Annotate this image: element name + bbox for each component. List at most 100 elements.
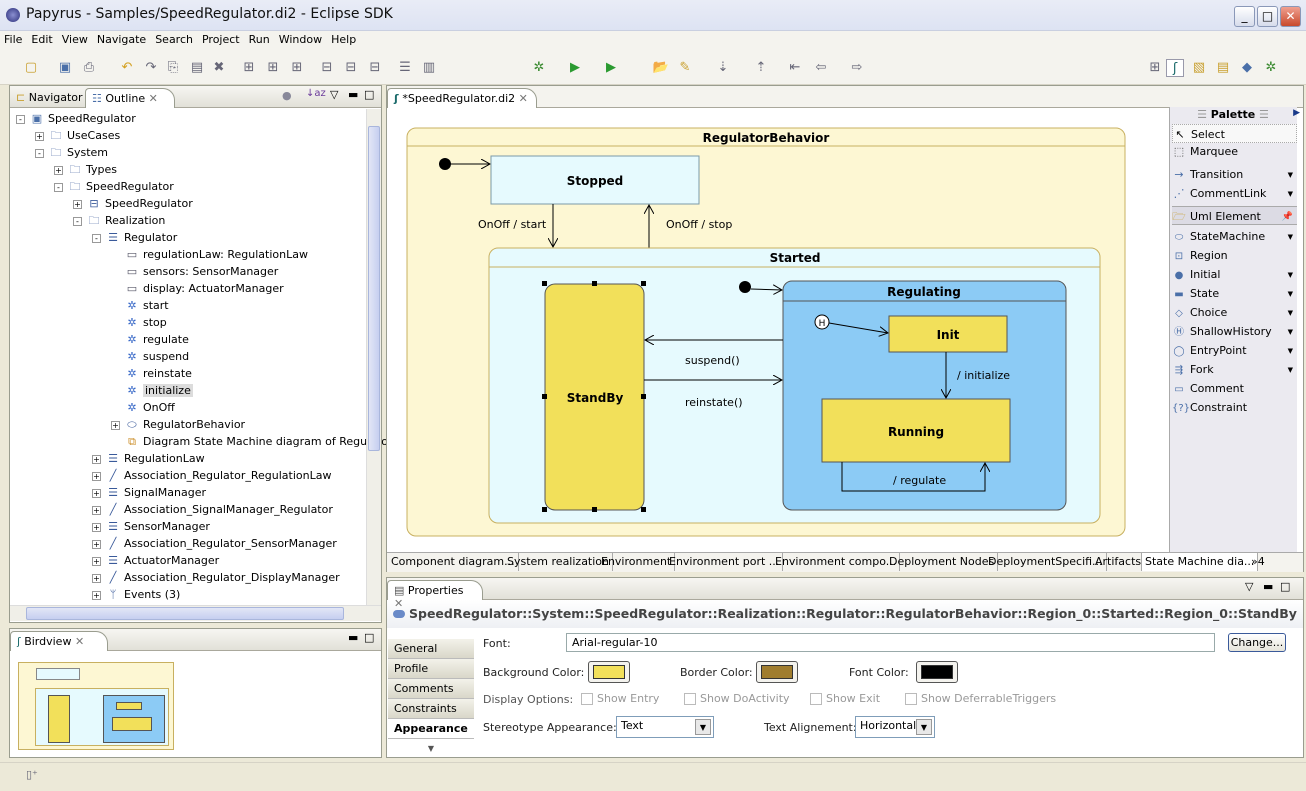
close-icon[interactable]: ✕ bbox=[394, 597, 403, 610]
font-color-label: Font Color: bbox=[849, 666, 909, 679]
palette-item-initial[interactable]: ● Initial ▼ bbox=[1172, 265, 1297, 284]
diagram-tab[interactable]: State Machine dia... bbox=[1141, 553, 1259, 571]
pin-icon[interactable]: 📌 bbox=[1282, 208, 1293, 227]
diagram-tab[interactable]: Deployment Nodes bbox=[886, 553, 999, 571]
chevron-down-icon: ▼ bbox=[695, 719, 711, 735]
show-entry-checkbox[interactable]: Show Entry bbox=[581, 692, 659, 705]
tab-properties[interactable]: ▤ Properties ✕ bbox=[387, 580, 483, 610]
state-started-label: Started bbox=[770, 251, 821, 265]
fork-icon: ⇶ bbox=[1174, 365, 1184, 376]
palette-tool-commentlink[interactable]: ⋰ CommentLink ▼ bbox=[1172, 184, 1297, 203]
diagram-tab[interactable]: Environment compo... bbox=[772, 553, 901, 571]
state-stopped-label: Stopped bbox=[567, 174, 624, 188]
diagram-tab[interactable]: Environment port ... bbox=[666, 553, 784, 571]
font-label: Font: bbox=[483, 637, 511, 650]
dropdown-icon[interactable]: ▼ bbox=[1288, 361, 1293, 380]
diagram-tab[interactable]: Environment bbox=[598, 553, 676, 571]
element-path: SpeedRegulator::System::SpeedRegulator::… bbox=[409, 606, 1297, 621]
font-value: Arial-regular-10 bbox=[572, 636, 658, 649]
view-menu-icon[interactable]: ▽ bbox=[1245, 580, 1253, 593]
palette-drawer-label: Uml Element bbox=[1190, 210, 1261, 223]
state-init-label: Init bbox=[937, 328, 960, 342]
section-tab-appearance[interactable]: Appearance bbox=[388, 719, 474, 739]
diagram-tab[interactable]: Artifacts bbox=[1092, 553, 1146, 571]
dropdown-icon[interactable]: ▼ bbox=[1288, 266, 1293, 285]
palette-tool-select[interactable]: ↖ Select bbox=[1172, 124, 1297, 143]
state-init[interactable]: Init bbox=[888, 315, 1008, 353]
dropdown-icon[interactable]: ▼ bbox=[1288, 228, 1293, 247]
palette-item-label: EntryPoint bbox=[1190, 344, 1247, 357]
palette-item-constraint[interactable]: {?}Constraint bbox=[1172, 398, 1297, 417]
palette-item-fork[interactable]: ⇶ Fork ▼ bbox=[1172, 360, 1297, 379]
diagram-tab[interactable]: DeploymentSpecifi... bbox=[985, 553, 1107, 571]
transition-regulate-label: / regulate bbox=[893, 474, 946, 487]
show-exit-checkbox[interactable]: Show Exit bbox=[810, 692, 880, 705]
palette-header[interactable]: ☰ Palette ☰ ▶ bbox=[1172, 108, 1300, 124]
section-tab-general[interactable]: General bbox=[388, 639, 474, 659]
section-tab-profile[interactable]: Profile bbox=[388, 659, 474, 679]
font-field[interactable]: Arial-regular-10 bbox=[566, 633, 1215, 652]
background-color-label: Background Color: bbox=[483, 666, 585, 679]
transition-stop-label: OnOff / stop bbox=[666, 218, 732, 231]
transition-icon: → bbox=[1174, 168, 1184, 181]
dropdown-icon[interactable]: ▼ bbox=[1288, 342, 1293, 361]
state-standby[interactable]: StandBy bbox=[542, 281, 646, 512]
more-tabs-button[interactable]: »4 bbox=[1248, 553, 1268, 571]
initial-pseudostate[interactable] bbox=[739, 281, 751, 293]
font-color-button[interactable] bbox=[916, 661, 958, 683]
comment-icon: ▭ bbox=[1174, 384, 1184, 395]
border-color-button[interactable] bbox=[756, 661, 798, 683]
palette-tool-transition[interactable]: → Transition ▼ bbox=[1172, 165, 1297, 184]
stereotype-appearance-select[interactable]: Text ▼ bbox=[616, 716, 714, 738]
display-options-label: Display Options: bbox=[483, 693, 574, 706]
border-color-swatch bbox=[761, 665, 793, 679]
palette-item-region[interactable]: ⊡ Region bbox=[1172, 246, 1297, 265]
state-running[interactable]: Running bbox=[821, 398, 1011, 463]
section-tab-constraints[interactable]: Constraints bbox=[388, 699, 474, 719]
dropdown-icon[interactable]: ▼ bbox=[1288, 166, 1293, 185]
marquee-icon: ⬚ bbox=[1173, 145, 1185, 158]
background-color-button[interactable] bbox=[588, 661, 630, 683]
scroll-down-icon[interactable]: ▼ bbox=[388, 744, 474, 757]
show-deferrabletriggers-checkbox[interactable]: Show DeferrableTriggers bbox=[905, 692, 1056, 705]
palette-item-label: Choice bbox=[1190, 306, 1228, 319]
initial-pseudostate[interactable] bbox=[439, 158, 451, 170]
palette-tool-label: Marquee bbox=[1190, 145, 1239, 158]
fast-view-icon[interactable]: ▯⁺ bbox=[26, 768, 38, 781]
stereotype-appearance-value: Text bbox=[621, 719, 644, 732]
maximize-view-icon[interactable]: □ bbox=[1280, 580, 1290, 593]
palette-item-entrypoint[interactable]: ◯ EntryPoint ▼ bbox=[1172, 341, 1297, 360]
tab-properties-label: Properties bbox=[407, 584, 464, 597]
text-alignment-label: Text Alignement: bbox=[764, 721, 857, 734]
transition-reinstate-label: reinstate() bbox=[685, 396, 743, 409]
dropdown-icon[interactable]: ▼ bbox=[1288, 285, 1293, 304]
show-doactivity-checkbox[interactable]: Show DoActivity bbox=[684, 692, 790, 705]
palette-drawer-uml-element[interactable]: 🗁 Uml Element 📌 bbox=[1172, 206, 1297, 225]
section-tab-comments[interactable]: Comments bbox=[388, 679, 474, 699]
palette-item-state[interactable]: ▬ State ▼ bbox=[1172, 284, 1297, 303]
history-label: H bbox=[819, 319, 826, 329]
dropdown-icon[interactable]: ▼ bbox=[1288, 304, 1293, 323]
state-stopped[interactable]: Stopped bbox=[490, 155, 700, 205]
palette-item-statemachine[interactable]: ⬭ StateMachine ▼ bbox=[1172, 227, 1297, 246]
diagram-tab[interactable]: System realization bbox=[504, 553, 614, 571]
shallow-history[interactable]: H bbox=[814, 314, 830, 330]
state-standby-label: StandBy bbox=[567, 391, 624, 405]
dropdown-icon[interactable]: ▼ bbox=[1288, 323, 1293, 342]
text-alignment-select[interactable]: Horizontal ▼ bbox=[855, 716, 935, 738]
palette-collapse-icon[interactable]: ▶ bbox=[1293, 108, 1300, 118]
change-font-button[interactable]: Change... bbox=[1228, 633, 1286, 652]
dropdown-icon[interactable]: ▼ bbox=[1288, 185, 1293, 204]
state-running-label: Running bbox=[888, 425, 944, 439]
palette-tool-marquee[interactable]: ⬚ Marquee bbox=[1172, 142, 1297, 161]
properties-icon: ▤ bbox=[394, 584, 408, 597]
palette-item-shallowhistory[interactable]: Ⓗ ShallowHistory ▼ bbox=[1172, 322, 1297, 341]
palette-item-choice[interactable]: ◇ Choice ▼ bbox=[1172, 303, 1297, 322]
palette-item-label: Constraint bbox=[1190, 401, 1248, 414]
state-icon bbox=[393, 610, 405, 618]
shallowhistory-icon: Ⓗ bbox=[1174, 327, 1184, 338]
diagram-tab[interactable]: Component diagram... bbox=[388, 553, 519, 571]
minimize-view-icon[interactable]: ▬ bbox=[1263, 580, 1273, 593]
palette-item-comment[interactable]: ▭ Comment bbox=[1172, 379, 1297, 398]
checkbox-label: Show Exit bbox=[826, 692, 881, 705]
